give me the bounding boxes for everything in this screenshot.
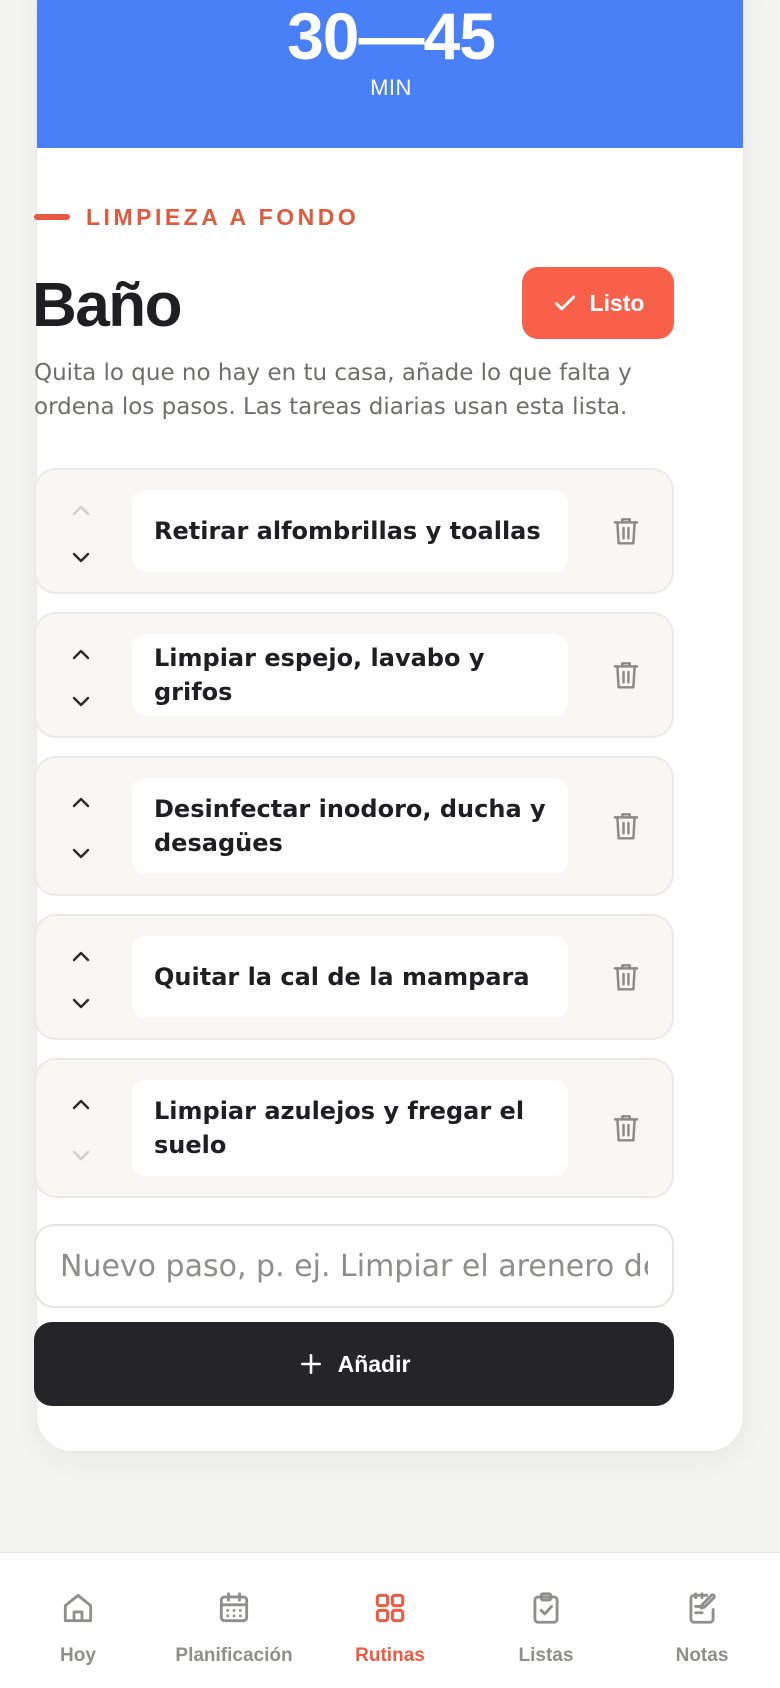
step-label[interactable]: Quitar la cal de la mampara — [132, 936, 568, 1018]
new-step-input[interactable] — [34, 1224, 674, 1308]
reorder-controls — [66, 758, 96, 894]
tab-hoy[interactable]: Hoy — [0, 1553, 156, 1688]
trash-icon — [613, 518, 639, 545]
tab-label: Rutinas — [355, 1645, 425, 1666]
plus-icon — [300, 1354, 321, 1374]
duration-value: 30—45 — [287, 0, 496, 73]
reorder-controls — [66, 470, 96, 592]
duration-banner: 30—45 MIN — [37, 0, 743, 148]
clipboard-check-icon — [533, 1592, 559, 1624]
tab-label: Hoy — [60, 1645, 96, 1666]
delete-step-button[interactable] — [610, 1112, 642, 1144]
move-up-button[interactable] — [66, 788, 96, 818]
add-button-label: Añadir — [337, 1350, 411, 1377]
move-up-button[interactable] — [66, 496, 96, 526]
tab-notas[interactable]: Notas — [624, 1553, 780, 1688]
reorder-controls — [66, 614, 96, 736]
tab-listas[interactable]: Listas — [468, 1553, 624, 1688]
move-down-button[interactable] — [66, 838, 96, 868]
chevron-down-icon — [72, 848, 90, 859]
tab-rutinas[interactable]: Rutinas — [312, 1553, 468, 1688]
chevron-down-icon — [72, 696, 90, 707]
step-label[interactable]: Desinfectar inodoro, ducha y desagües — [132, 778, 568, 874]
page-description: Quita lo que no hay en tu casa, añade lo… — [34, 360, 632, 420]
delete-step-button[interactable] — [610, 810, 642, 842]
chevron-down-icon — [72, 1150, 90, 1161]
move-up-button[interactable] — [66, 1090, 96, 1120]
chevron-down-icon — [72, 998, 90, 1009]
done-button[interactable]: Listo — [522, 267, 674, 339]
category-label: LIMPIEZA A FONDO — [34, 202, 359, 232]
chevron-up-icon — [72, 505, 90, 516]
check-icon — [554, 295, 575, 311]
delete-step-button[interactable] — [610, 515, 642, 547]
step-item: Retirar alfombrillas y toallas — [34, 468, 674, 594]
move-down-button[interactable] — [66, 542, 96, 572]
page-title: Baño — [32, 271, 183, 340]
app-screen: 30—45 MIN LIMPIEZA A FONDO Baño Listo Qu… — [0, 0, 780, 1688]
reorder-controls — [66, 1060, 96, 1196]
tab-label: Planificación — [175, 1645, 293, 1666]
step-label[interactable]: Limpiar azulejos y fregar el suelo — [132, 1080, 568, 1176]
trash-icon — [613, 813, 639, 840]
chevron-up-icon — [72, 649, 90, 660]
category-text: LIMPIEZA A FONDO — [86, 203, 360, 230]
delete-step-button[interactable] — [610, 961, 642, 993]
duration-unit: MIN — [370, 75, 412, 100]
tab-label: Listas — [518, 1645, 574, 1666]
add-step-button[interactable]: Añadir — [34, 1322, 674, 1406]
step-label[interactable]: Limpiar espejo, lavabo y grifos — [132, 634, 568, 716]
delete-step-button[interactable] — [610, 659, 642, 691]
reorder-controls — [66, 916, 96, 1038]
move-down-button[interactable] — [66, 686, 96, 716]
chevron-up-icon — [72, 951, 90, 962]
trash-icon — [613, 662, 639, 689]
move-down-button[interactable] — [66, 1140, 96, 1170]
tab-label: Notas — [675, 1645, 729, 1666]
bottom-tab-bar: Hoy Planificación Rutinas Listas Notas — [0, 1552, 780, 1688]
grid-icon — [375, 1593, 405, 1623]
calendar-icon — [219, 1592, 249, 1623]
trash-icon — [613, 964, 639, 991]
step-item: Limpiar azulejos y fregar el suelo — [34, 1058, 674, 1198]
done-button-label: Listo — [589, 289, 645, 316]
home-icon — [63, 1593, 93, 1623]
step-item: Quitar la cal de la mampara — [34, 914, 674, 1040]
step-item: Limpiar espejo, lavabo y grifos — [34, 612, 674, 738]
trash-icon — [613, 1115, 639, 1142]
tab-planificacion[interactable]: Planificación — [156, 1553, 312, 1688]
step-label[interactable]: Retirar alfombrillas y toallas — [132, 490, 568, 572]
chevron-up-icon — [72, 797, 90, 808]
move-up-button[interactable] — [66, 942, 96, 972]
chevron-up-icon — [72, 1099, 90, 1110]
category-accent-bar — [34, 214, 70, 220]
move-up-button[interactable] — [66, 640, 96, 670]
step-item: Desinfectar inodoro, ducha y desagües — [34, 756, 674, 896]
move-down-button[interactable] — [66, 988, 96, 1018]
edit-note-icon — [689, 1592, 716, 1624]
chevron-down-icon — [72, 552, 90, 563]
